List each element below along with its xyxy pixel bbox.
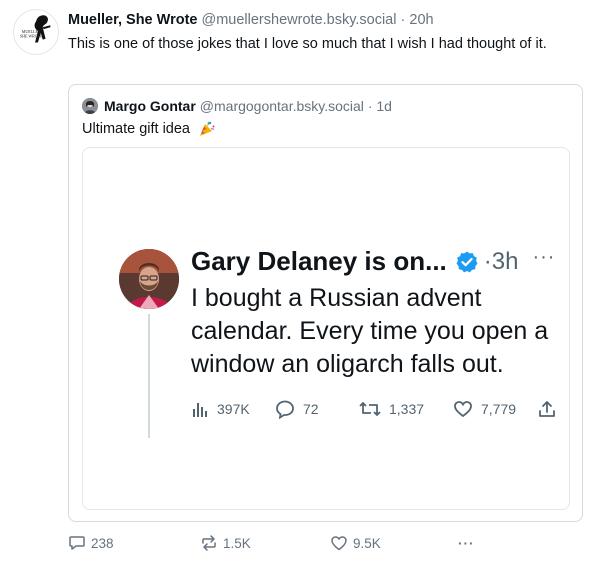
quote-text-row: Ultimate gift idea — [82, 120, 216, 138]
separator-dot: · — [400, 12, 406, 28]
heart-icon — [454, 401, 472, 418]
verified-badge-icon — [456, 251, 478, 272]
tweet-author-name: Gary Delaney is on... — [191, 246, 447, 276]
author-name[interactable]: Mueller, She Wrote — [68, 12, 197, 28]
quote-author-handle[interactable]: @margogontar.bsky.social — [200, 98, 364, 114]
svg-text:SHE WROTE: SHE WROTE — [20, 34, 43, 39]
tweet-replies-stat: 72 — [275, 398, 319, 420]
like-button[interactable]: 9.5K — [330, 533, 381, 553]
quote-author-avatar[interactable] — [82, 98, 98, 114]
views-chart-icon — [193, 403, 207, 417]
reply-bubble-icon — [276, 400, 294, 419]
tweet-author-avatar — [119, 249, 179, 309]
reply-button[interactable]: 238 — [68, 533, 114, 553]
repost-icon — [202, 535, 216, 551]
tweet-text: I bought a Russian advent calendar. Ever… — [191, 284, 549, 378]
separator-dot: · — [367, 98, 373, 114]
more-options-button[interactable]: ··· — [458, 533, 475, 553]
party-popper-icon — [200, 121, 215, 136]
quote-post-card[interactable]: Margo Gontar @margogontar.bsky.social · … — [68, 84, 583, 522]
like-count: 9.5K — [353, 535, 381, 551]
tweet-stats-bar: 397K 72 1,337 7,779 — [191, 398, 561, 420]
repost-button[interactable]: 1.5K — [200, 533, 251, 553]
author-avatar[interactable]: MUELLER SHE WROTE — [13, 9, 59, 55]
share-upload-icon — [539, 401, 555, 417]
tweet-likes-stat: 7,779 — [453, 398, 516, 420]
reply-bubble-icon — [69, 536, 85, 550]
heart-icon — [331, 536, 347, 551]
quote-header: Margo Gontar @margogontar.bsky.social · … — [82, 98, 392, 114]
tweet-retweets-stat: 1,337 — [359, 398, 424, 420]
tweet-timestamp: 3h — [491, 247, 519, 275]
tweet-retweets-count: 1,337 — [389, 401, 425, 417]
repost-count: 1.5K — [223, 535, 251, 551]
tweet-header: Gary Delaney is on... · 3h ··· — [191, 246, 555, 277]
retweet-icon — [359, 402, 381, 416]
tweet-replies-count: 72 — [303, 401, 319, 417]
quote-timestamp[interactable]: 1d — [376, 98, 392, 114]
author-handle[interactable]: @muellershewrote.bsky.social — [202, 12, 397, 28]
more-options-icon: ··· — [458, 535, 475, 551]
embedded-tweet-image[interactable]: Gary Delaney is on... · 3h ··· I bought … — [82, 147, 570, 510]
reply-count: 238 — [91, 535, 114, 551]
author-avatar-logo: MUELLER SHE WROTE — [20, 15, 51, 43]
tweet-views-count: 397K — [217, 401, 250, 417]
post-action-bar: 238 1.5K 9.5K ··· — [68, 533, 588, 553]
post-text: This is one of those jokes that I love s… — [68, 36, 547, 52]
tweet-share-stat — [537, 398, 565, 420]
separator-dot: · — [483, 247, 492, 275]
quote-text: Ultimate gift idea — [82, 121, 190, 137]
post-header: Mueller, She Wrote @muellershewrote.bsky… — [68, 12, 434, 28]
post-timestamp[interactable]: 20h — [409, 12, 433, 28]
thread-line — [148, 314, 150, 438]
tweet-likes-count: 7,779 — [481, 401, 517, 417]
tweet-views-stat: 397K — [191, 398, 250, 420]
tweet-more-icon: ··· — [532, 246, 556, 268]
quote-author-name[interactable]: Margo Gontar — [104, 98, 196, 114]
